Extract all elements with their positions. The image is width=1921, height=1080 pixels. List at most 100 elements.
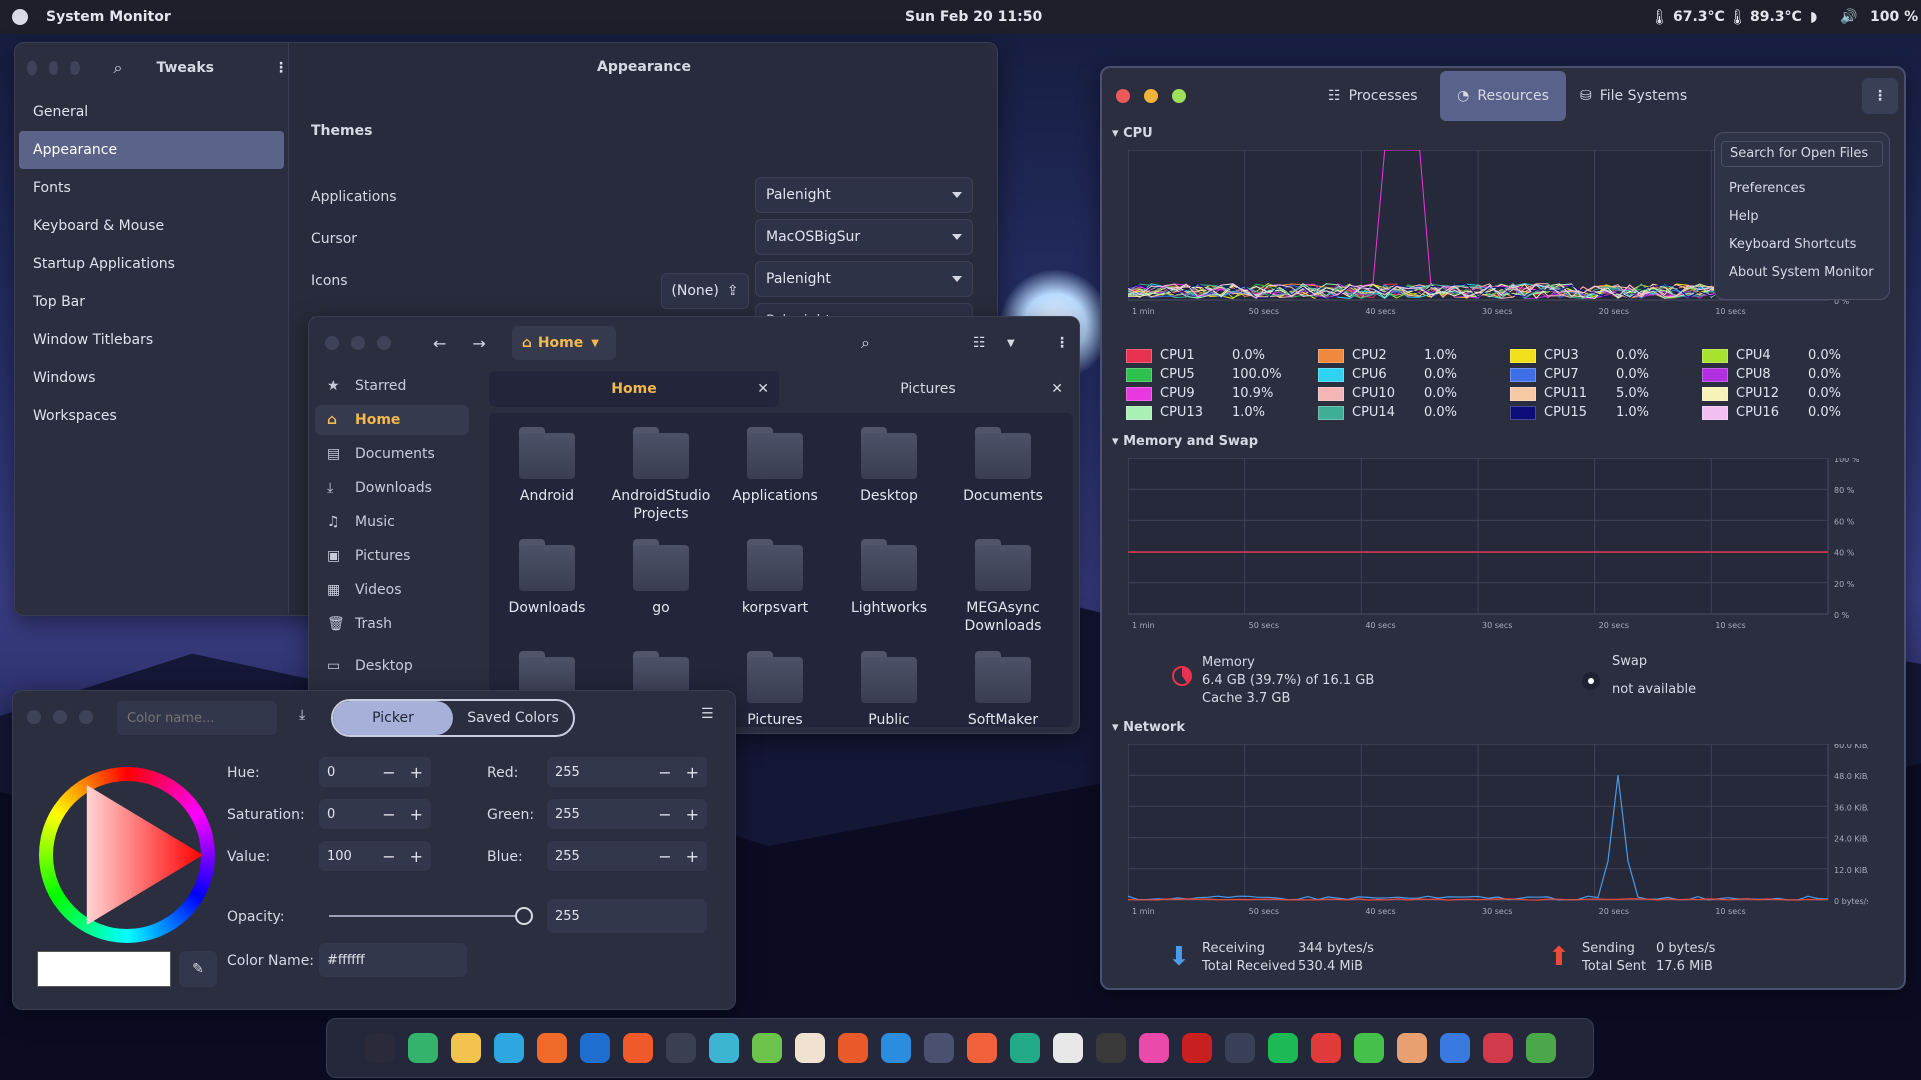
network-section-header[interactable]: ▾ Network: [1112, 720, 1185, 735]
folder-icon[interactable]: [517, 425, 577, 481]
cpu-color-swatch[interactable]: [1702, 405, 1728, 420]
folder-icon[interactable]: [517, 537, 577, 593]
files-sidebar-item-pictures[interactable]: ▣ Pictures: [315, 541, 469, 571]
dock-app-icon[interactable]: [1052, 1033, 1083, 1063]
color-name-value[interactable]: #ffffff: [319, 943, 467, 977]
forward-arrow-icon[interactable]: →: [472, 334, 485, 353]
menu-item-preferences[interactable]: Preferences: [1721, 177, 1883, 205]
folder-icon[interactable]: [745, 425, 805, 481]
minus-icon[interactable]: −: [658, 763, 671, 782]
cpu-color-swatch[interactable]: [1318, 348, 1344, 363]
files-sidebar-item-home[interactable]: ⌂ Home: [315, 405, 469, 435]
folder-label[interactable]: korpsvart: [715, 599, 835, 617]
dock-app-icon[interactable]: [579, 1033, 610, 1063]
tab-resources[interactable]: ◔ Resources: [1440, 71, 1566, 121]
folder-label[interactable]: Documents: [943, 487, 1063, 505]
files-sidebar-item-music[interactable]: ♫ Music: [315, 507, 469, 537]
theme-dropdown-icons[interactable]: Palenight: [755, 261, 973, 297]
folder-label[interactable]: Downloads: [489, 599, 607, 617]
eyedropper-button[interactable]: ✎: [179, 951, 217, 987]
dock-app-icon[interactable]: [1138, 1033, 1169, 1063]
theme-dropdown-applications[interactable]: Palenight: [755, 177, 973, 213]
sidebar-item-top-bar[interactable]: Top Bar: [19, 283, 284, 321]
sat-spinbutton[interactable]: 0 − +: [319, 799, 431, 829]
sidebar-item-workspaces[interactable]: Workspaces: [19, 397, 284, 435]
files-sidebar-item-downloads[interactable]: ⤓ Downloads: [315, 473, 469, 503]
window-close-button[interactable]: [1116, 89, 1130, 103]
dock-app-icon[interactable]: [1525, 1033, 1556, 1063]
dock-app-icon[interactable]: [751, 1033, 782, 1063]
tab-processes[interactable]: ☷ Processes: [1328, 71, 1418, 121]
opacity-value[interactable]: 255: [547, 899, 707, 933]
minus-icon[interactable]: −: [382, 805, 395, 824]
plus-icon[interactable]: +: [686, 763, 699, 782]
dock-app-icon[interactable]: [665, 1033, 696, 1063]
theme-dropdown-cursor[interactable]: MacOSBigSur: [755, 219, 973, 255]
dock-app-icon[interactable]: [880, 1033, 911, 1063]
window-close-button[interactable]: [27, 710, 41, 724]
minus-icon[interactable]: −: [382, 763, 395, 782]
color-wheel[interactable]: [39, 767, 215, 943]
minus-icon[interactable]: −: [658, 805, 671, 824]
shell-none-button[interactable]: (None) ⇪: [661, 273, 749, 309]
menu-item-search-for-open-files[interactable]: Search for Open Files: [1721, 141, 1883, 167]
files-sidebar-item-documents[interactable]: ▤ Documents: [315, 439, 469, 469]
window-maximize-button[interactable]: [377, 336, 391, 350]
plus-icon[interactable]: +: [410, 847, 423, 866]
search-icon[interactable]: ⌕: [861, 333, 870, 353]
opacity-slider[interactable]: [329, 907, 533, 925]
folder-icon[interactable]: [973, 425, 1033, 481]
cpu-color-swatch[interactable]: [1702, 386, 1728, 401]
cpu-color-swatch[interactable]: [1702, 367, 1728, 382]
window-maximize-button[interactable]: [70, 61, 80, 75]
dock-app-icon[interactable]: [1396, 1033, 1427, 1063]
window-minimize-button[interactable]: [1144, 89, 1158, 103]
search-icon[interactable]: ⌕: [114, 58, 123, 78]
folder-icon[interactable]: [859, 425, 919, 481]
val-spinbutton[interactable]: 100 − +: [319, 841, 431, 871]
dock-app-icon[interactable]: [1439, 1033, 1470, 1063]
battery-level[interactable]: 100 %: [1870, 9, 1918, 25]
tab-home[interactable]: Home ✕: [489, 371, 779, 407]
plus-icon[interactable]: +: [410, 805, 423, 824]
wifi-icon[interactable]: ◗: [1810, 9, 1817, 25]
cpu-color-swatch[interactable]: [1318, 386, 1344, 401]
folder-icon[interactable]: [859, 537, 919, 593]
folder-icon[interactable]: [859, 649, 919, 705]
dock-app-icon[interactable]: [1181, 1033, 1212, 1063]
folder-icon[interactable]: [973, 649, 1033, 705]
menu-item-help[interactable]: Help: [1721, 205, 1883, 233]
files-sidebar-item-starred[interactable]: ★ Starred: [315, 371, 469, 401]
sidebar-item-appearance[interactable]: Appearance: [19, 131, 284, 169]
tab-saved-colors[interactable]: Saved Colors: [453, 701, 573, 735]
tab-file-systems[interactable]: ⛁ File Systems: [1580, 71, 1687, 121]
files-sidebar-item-desktop[interactable]: ▭ Desktop: [315, 651, 469, 681]
blue-spinbutton[interactable]: 255 − +: [547, 841, 707, 871]
cpu-color-swatch[interactable]: [1510, 367, 1536, 382]
cpu-color-swatch[interactable]: [1510, 386, 1536, 401]
dock-app-icon[interactable]: [923, 1033, 954, 1063]
tab-picker[interactable]: Picker: [333, 701, 453, 735]
opacity-slider-handle[interactable]: [515, 907, 533, 925]
dock-app-icon[interactable]: [407, 1033, 438, 1063]
cpu-color-swatch[interactable]: [1318, 405, 1344, 420]
cpu-color-swatch[interactable]: [1510, 405, 1536, 420]
hamburger-menu-icon[interactable]: ☰: [701, 706, 714, 722]
sidebar-item-startup-applications[interactable]: Startup Applications: [19, 245, 284, 283]
activities-icon[interactable]: [12, 9, 28, 25]
sidebar-item-windows[interactable]: Windows: [19, 359, 284, 397]
dock-app-icon[interactable]: [1482, 1033, 1513, 1063]
plus-icon[interactable]: +: [686, 805, 699, 824]
cpu-color-swatch[interactable]: [1318, 367, 1344, 382]
folder-icon[interactable]: [631, 425, 691, 481]
dock-app-icon[interactable]: [1267, 1033, 1298, 1063]
path-bar[interactable]: ⌂ Home ▼: [511, 326, 616, 360]
tab-pictures[interactable]: Pictures ✕: [783, 371, 1073, 407]
window-minimize-button[interactable]: [48, 61, 58, 75]
dock-app-icon[interactable]: [493, 1033, 524, 1063]
back-arrow-icon[interactable]: ←: [433, 334, 446, 353]
folder-label[interactable]: Public: [829, 711, 949, 727]
cpu-color-swatch[interactable]: [1510, 348, 1536, 363]
folder-icon[interactable]: [973, 537, 1033, 593]
cpu-color-swatch[interactable]: [1126, 367, 1152, 382]
